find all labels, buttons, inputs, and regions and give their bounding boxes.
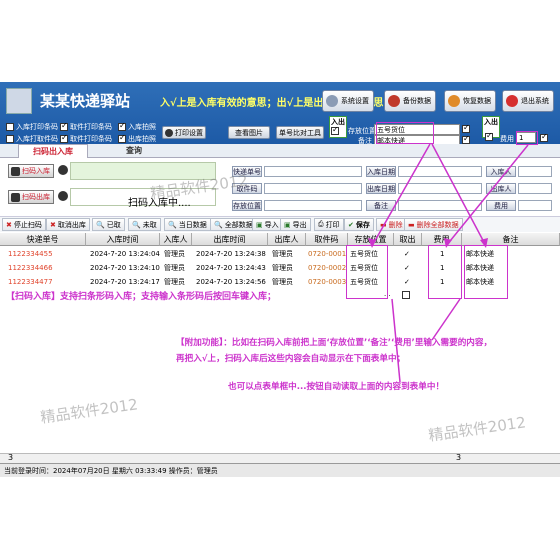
- footer-count-left: 3: [8, 453, 14, 462]
- status-bar: 当前登录时间：2024年07月20日 星期六 03:33:49 操作员：管理员: [0, 463, 560, 477]
- extra-feature-line2: 再把入√上，扫码入库后这些内容会自动显示在下面表单中；: [176, 354, 406, 364]
- footer-count-right: 3: [456, 453, 462, 462]
- extra-feature-line3: 也可以点表单框中...按钮自动读取上面的内容到表单中！: [228, 382, 445, 392]
- scan-in-note: 【扫码入库】支持扫条形码入库；支持输入条形码后按回车键入库；: [6, 292, 277, 302]
- grid-footer: [0, 453, 560, 463]
- extra-feature-line1: 【附加功能】：比如在扫码入库前把上面‘存放位置’‘备注’‘费用’里输入需要的内容…: [176, 338, 493, 348]
